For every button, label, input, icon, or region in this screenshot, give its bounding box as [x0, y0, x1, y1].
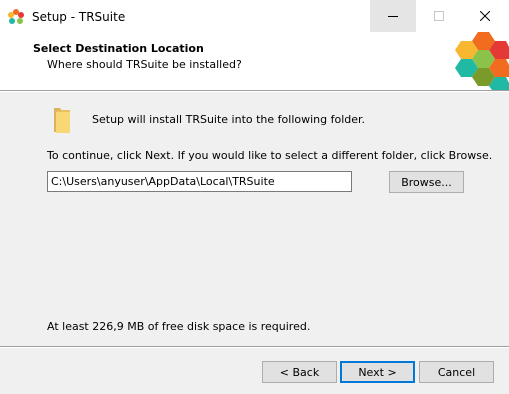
intro-text: Setup will install TRSuite into the foll… — [92, 113, 366, 126]
browse-button[interactable]: Browse... — [389, 171, 464, 193]
app-icon — [8, 9, 24, 24]
wizard-header: Select Destination Location Where should… — [0, 32, 509, 90]
title-bar[interactable]: Setup - TRSuite — [0, 0, 509, 32]
maximize-button — [416, 0, 462, 32]
maximize-icon — [434, 11, 444, 21]
setup-window: Setup - TRSuite Select Destination Locat… — [0, 0, 509, 394]
destination-path-input[interactable] — [47, 171, 352, 192]
window-title: Setup - TRSuite — [32, 10, 126, 24]
instruction-text: To continue, click Next. If you would li… — [47, 149, 493, 162]
folder-icon — [54, 108, 70, 133]
close-icon — [480, 11, 490, 21]
back-button[interactable]: < Back — [262, 361, 337, 383]
page-subtitle: Where should TRSuite be installed? — [47, 58, 242, 71]
minimize-icon — [388, 16, 398, 17]
close-button[interactable] — [462, 0, 508, 32]
wizard-footer: < Back Next > Cancel — [0, 348, 509, 394]
disk-space-text: At least 226,9 MB of free disk space is … — [47, 320, 311, 333]
minimize-button[interactable] — [370, 0, 416, 32]
trsuite-logo — [455, 32, 509, 90]
page-title: Select Destination Location — [33, 42, 204, 55]
main-panel: Setup will install TRSuite into the foll… — [0, 92, 509, 346]
next-button[interactable]: Next > — [340, 361, 415, 383]
cancel-button[interactable]: Cancel — [419, 361, 494, 383]
